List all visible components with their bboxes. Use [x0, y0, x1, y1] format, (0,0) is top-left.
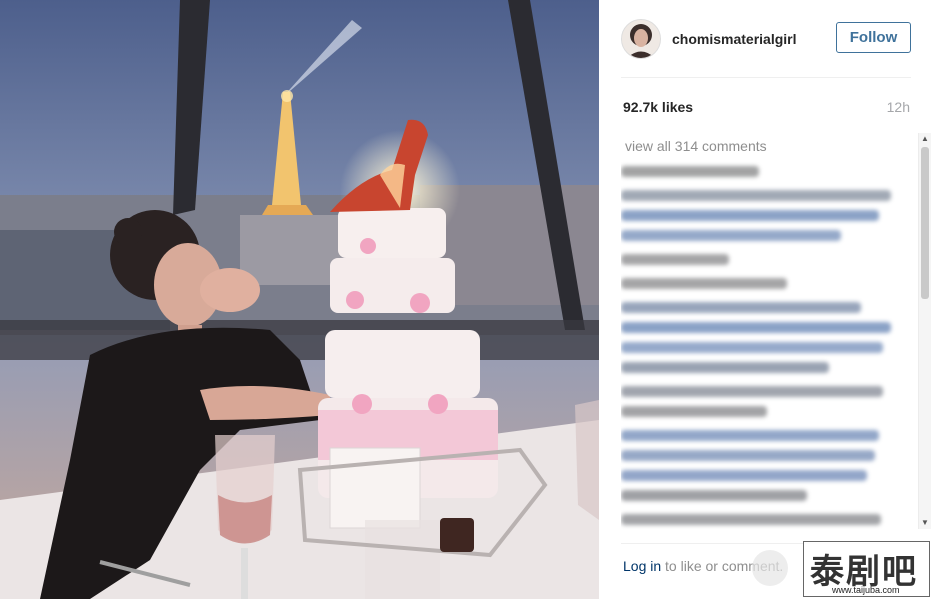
comments-scrollbar[interactable]: ▲ ▼: [918, 133, 931, 529]
login-link[interactable]: Log in: [623, 558, 661, 574]
blurred-comment: [621, 514, 881, 525]
blurred-comment: [621, 386, 883, 397]
blurred-comment: [621, 430, 879, 441]
scroll-up-arrow-icon[interactable]: ▲: [919, 133, 931, 145]
blurred-comment: [621, 470, 867, 481]
username-link[interactable]: chomismaterialgirl: [672, 31, 797, 47]
blurred-comment: [621, 362, 829, 373]
blurred-comment: [621, 322, 891, 333]
header-divider: [621, 77, 911, 78]
post-side-panel: chomismaterialgirl Follow 92.7k likes 12…: [599, 0, 932, 599]
blurred-comment: [621, 342, 883, 353]
blurred-comment: [621, 278, 787, 289]
blurred-comment: [621, 254, 729, 265]
scrollbar-thumb[interactable]: [921, 147, 929, 299]
avatar[interactable]: [621, 19, 661, 59]
blurred-comment: [621, 210, 879, 221]
likes-count[interactable]: 92.7k likes: [623, 99, 693, 115]
blurred-comment: [621, 166, 759, 177]
view-all-comments-link[interactable]: view all 314 comments: [625, 138, 767, 154]
avatar-image: [622, 20, 660, 58]
blurred-comment: [621, 450, 875, 461]
watermark-url: www.taijuba.com: [832, 585, 900, 595]
comments-list: view all 314 comments: [621, 132, 916, 530]
blurred-comment: [621, 490, 807, 501]
blurred-comment: [621, 302, 861, 313]
blurred-comment: [621, 190, 891, 201]
photo-birthday-cake-paris: [0, 0, 599, 599]
follow-button[interactable]: Follow: [836, 22, 911, 53]
watermark: 泰剧吧 www.taijuba.com: [803, 541, 930, 597]
watermark-logo-icon: [752, 550, 788, 586]
blurred-comment: [621, 406, 767, 417]
post-header: chomismaterialgirl Follow: [621, 16, 911, 62]
post-photo[interactable]: [0, 0, 599, 599]
post-time[interactable]: 12h: [887, 99, 910, 115]
blurred-comment: [621, 230, 841, 241]
scroll-down-arrow-icon[interactable]: ▼: [919, 517, 931, 529]
